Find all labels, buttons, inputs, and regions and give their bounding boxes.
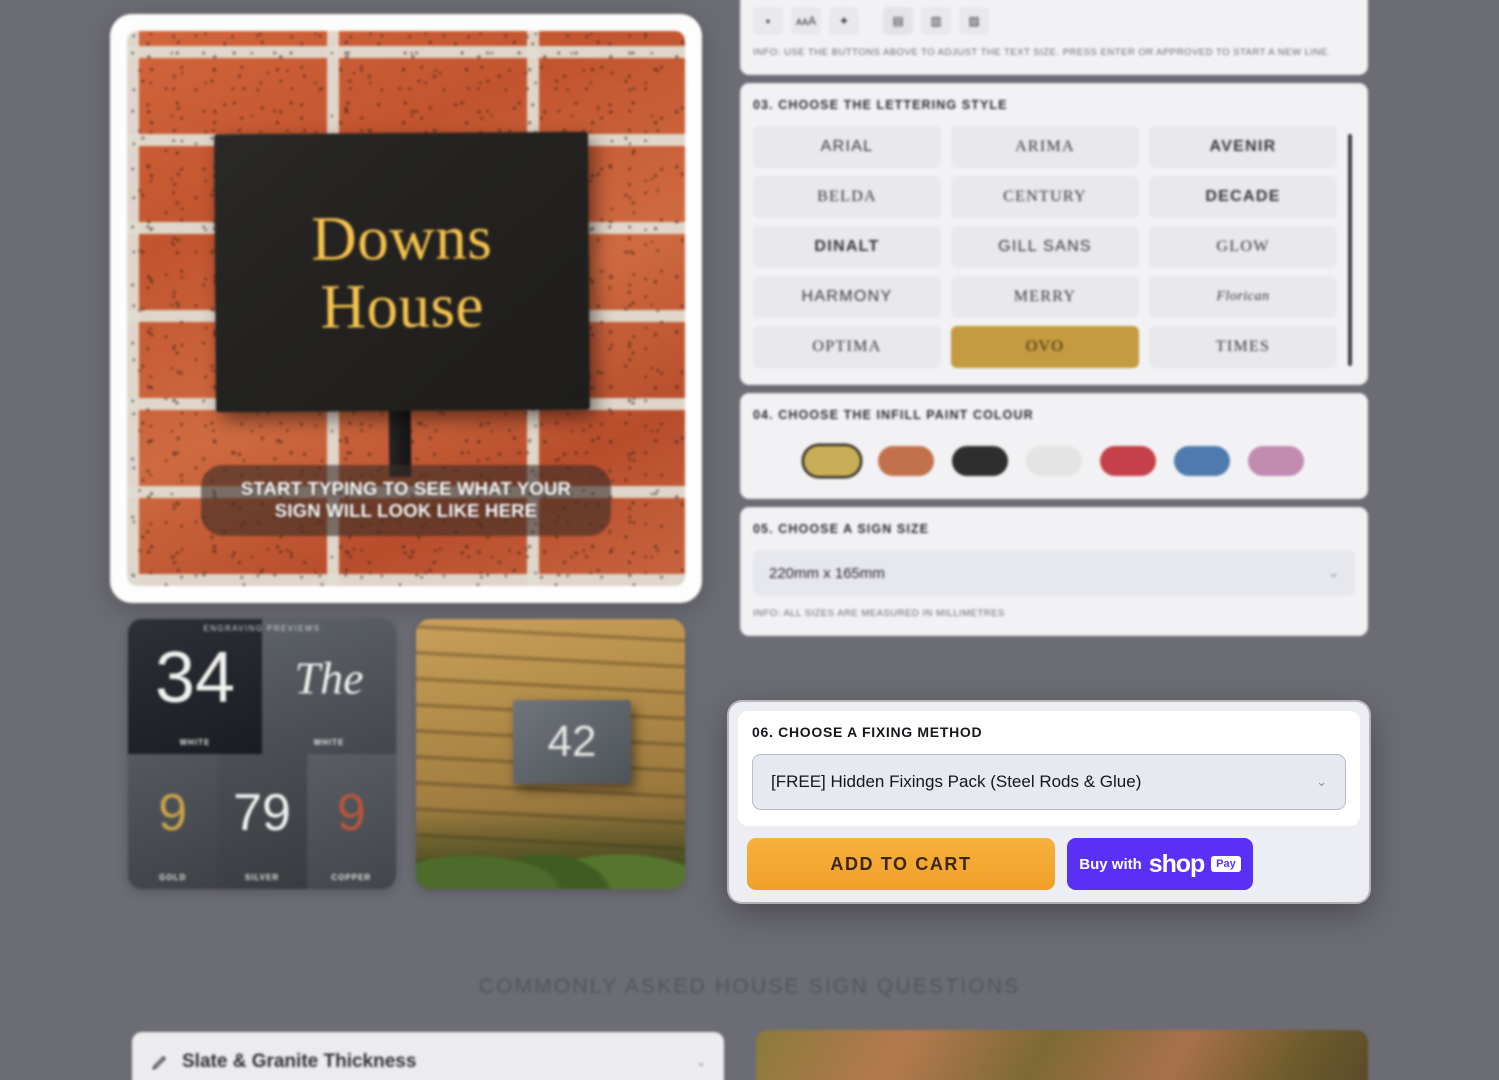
collage-cell: 34 WHITE: [128, 619, 262, 754]
wooden-fence-photo: 42: [416, 619, 685, 889]
paint-colour-card: 04. CHOOSE THE INFILL PAINT COLOUR: [740, 393, 1368, 499]
purchase-actions: ADD TO CART Buy with shop Pay: [747, 838, 1351, 890]
collage-cell-label: WHITE: [313, 738, 345, 747]
faq-side-image: [756, 1030, 1368, 1080]
font-option-gill-sans[interactable]: GILL SANS: [951, 226, 1139, 268]
text-tools-card: ▪ ᴀᴀA ✦ ▤ ▥ ▨ INFO: USE THE BUTTONS ABOV…: [740, 0, 1368, 75]
paint-swatch-gold[interactable]: [804, 446, 860, 476]
paint-swatch-blue[interactable]: [1174, 446, 1230, 476]
collage-cell-value: The: [294, 652, 364, 704]
sign-size-value: 220mm x 165mm: [769, 564, 885, 582]
sign-plaque: Downs House: [214, 131, 590, 413]
paint-swatch-white[interactable]: [1026, 446, 1082, 476]
collage-cell-value: 9: [158, 784, 188, 843]
font-option-dinalt[interactable]: DINALT: [753, 226, 941, 268]
faq-item-label: Slate & Granite Thickness: [182, 1051, 417, 1072]
foliage: [416, 808, 685, 889]
page-stage: Downs House START TYPING TO SEE WHAT YOU…: [0, 0, 1499, 1080]
collage-cell: 79 SILVER: [217, 754, 307, 889]
shop-pay-tag: Pay: [1211, 856, 1241, 872]
paint-swatch-black[interactable]: [952, 446, 1008, 476]
font-option-century[interactable]: CENTURY: [951, 176, 1139, 218]
collage-cell-value: 9: [336, 784, 366, 843]
collage-cell-label: SILVER: [244, 873, 280, 882]
fixing-method-select[interactable]: [FREE] Hidden Fixings Pack (Steel Rods &…: [752, 754, 1346, 810]
font-option-ovo[interactable]: OVO: [951, 326, 1139, 368]
chevron-down-icon: ⌄: [1328, 565, 1339, 580]
collage-cell-label: COPPER: [331, 873, 372, 882]
sign-preview-card: Downs House START TYPING TO SEE WHAT YOU…: [110, 14, 702, 603]
font-option-decade[interactable]: DECADE: [1149, 176, 1337, 218]
text-size-small-icon[interactable]: ▪: [753, 7, 783, 35]
collage-cell-value: 79: [233, 784, 291, 843]
paint-swatch-row: [753, 436, 1355, 482]
typing-hint-pill: START TYPING TO SEE WHAT YOUR SIGN WILL …: [201, 464, 611, 536]
fixing-method-card: 06. CHOOSE A FIXING METHOD [FREE] Hidden…: [738, 711, 1360, 826]
shop-pay-prefix: Buy with: [1079, 855, 1142, 873]
collage-bottom-row: 9 GOLD 79 SILVER 9 COPPER: [128, 754, 396, 889]
sign-size-card: 05. CHOOSE A SIGN SIZE 220mm x 165mm ⌄ I…: [740, 507, 1368, 636]
paint-colour-title: 04. CHOOSE THE INFILL PAINT COLOUR: [753, 408, 1034, 422]
chevron-down-icon: ⌄: [1316, 774, 1327, 789]
sign-text-line-1: Downs: [311, 202, 493, 274]
sign-size-info: INFO: ALL SIZES ARE MEASURED IN MILLIMET…: [753, 608, 1005, 619]
font-option-merry[interactable]: MERRY: [951, 276, 1139, 318]
fixing-method-title: 06. CHOOSE A FIXING METHOD: [752, 724, 983, 740]
buy-with-shop-pay-button[interactable]: Buy with shop Pay: [1067, 838, 1253, 890]
collage-cell: The WHITE: [262, 619, 396, 754]
faq-heading: COMMONLY ASKED HOUSE SIGN QUESTIONS: [478, 975, 1021, 998]
lettering-style-title: 03. CHOOSE THE LETTERING STYLE: [753, 98, 1008, 112]
align-right-icon[interactable]: ▨: [959, 7, 989, 35]
shop-pay-wordmark: shop: [1148, 849, 1205, 878]
font-option-arima[interactable]: ARIMA: [951, 126, 1139, 168]
fixing-method-spotlight: 06. CHOOSE A FIXING METHOD [FREE] Hidden…: [729, 702, 1369, 902]
text-tools-info: INFO: USE THE BUTTONS ABOVE TO ADJUST TH…: [753, 47, 1331, 58]
collage-cell-label: WHITE: [179, 738, 211, 747]
font-option-harmony[interactable]: HARMONY: [753, 276, 941, 318]
text-size-large-icon[interactable]: ✦: [829, 7, 859, 35]
text-toolbar: ▪ ᴀᴀA ✦ ▤ ▥ ▨: [753, 7, 1355, 35]
paint-swatch-pink[interactable]: [1248, 446, 1304, 476]
font-option-times[interactable]: TIMES: [1149, 326, 1337, 368]
slate-number-plate: 42: [512, 700, 632, 784]
faq-item-slate-granite-thickness[interactable]: Slate & Granite Thickness ⌄: [132, 1032, 724, 1080]
sign-size-title: 05. CHOOSE A SIGN SIZE: [753, 522, 930, 536]
font-option-belda[interactable]: BELDA: [753, 176, 941, 218]
sign-text-line-2: House: [320, 270, 485, 342]
thumbnail-slate-sign-photo[interactable]: 42: [416, 619, 685, 889]
pencil-icon: [152, 1055, 167, 1070]
slate-number-value: 42: [547, 716, 597, 766]
font-option-optima[interactable]: OPTIMA: [753, 326, 941, 368]
dimmed-page-backdrop: Downs House START TYPING TO SEE WHAT YOU…: [0, 0, 1499, 1080]
collage-cell: 9 COPPER: [306, 754, 396, 889]
configurator-panel: ▪ ᴀᴀA ✦ ▤ ▥ ▨ INFO: USE THE BUTTONS ABOV…: [740, 0, 1368, 644]
paint-swatch-terracotta[interactable]: [878, 446, 934, 476]
lettering-scrollbar[interactable]: [1348, 134, 1352, 366]
align-center-icon[interactable]: ▥: [921, 7, 951, 35]
lettering-style-card: 03. CHOOSE THE LETTERING STYLE ARIAL ARI…: [740, 83, 1368, 385]
collage-cell-label: GOLD: [159, 873, 187, 882]
collage-cell: 9 GOLD: [128, 754, 218, 889]
paint-swatch-red[interactable]: [1100, 446, 1156, 476]
text-size-medium-icon[interactable]: ᴀᴀA: [791, 7, 821, 35]
lettering-grid-wrap: ARIAL ARIMA AVENIR BELDA CENTURY DECADE …: [753, 126, 1355, 368]
font-option-arial[interactable]: ARIAL: [753, 126, 941, 168]
thumbnail-engraving-collage[interactable]: ENGRAVING PREVIEWS 34 WHITE The WHITE 9 …: [128, 619, 396, 889]
brick-wall-photo: Downs House START TYPING TO SEE WHAT YOU…: [127, 31, 685, 586]
font-option-florican[interactable]: Florican: [1149, 276, 1337, 318]
add-to-cart-button[interactable]: ADD TO CART: [747, 838, 1055, 890]
collage-cell-value: 34: [154, 638, 236, 719]
fixing-method-value: [FREE] Hidden Fixings Pack (Steel Rods &…: [771, 772, 1142, 791]
align-left-icon[interactable]: ▤: [883, 7, 913, 35]
typing-hint-line-2: SIGN WILL LOOK LIKE HERE: [274, 500, 538, 522]
lettering-grid: ARIAL ARIMA AVENIR BELDA CENTURY DECADE …: [753, 126, 1355, 368]
typing-hint-line-1: START TYPING TO SEE WHAT YOUR: [240, 477, 572, 499]
font-option-avenir[interactable]: AVENIR: [1149, 126, 1337, 168]
collage-caption: ENGRAVING PREVIEWS: [203, 624, 321, 633]
collage-grid: ENGRAVING PREVIEWS 34 WHITE The WHITE 9 …: [128, 619, 396, 889]
sign-size-select[interactable]: 220mm x 165mm ⌄: [753, 550, 1355, 596]
font-option-glow[interactable]: GLOW: [1149, 226, 1337, 268]
chevron-down-icon: ⌄: [695, 1055, 706, 1069]
